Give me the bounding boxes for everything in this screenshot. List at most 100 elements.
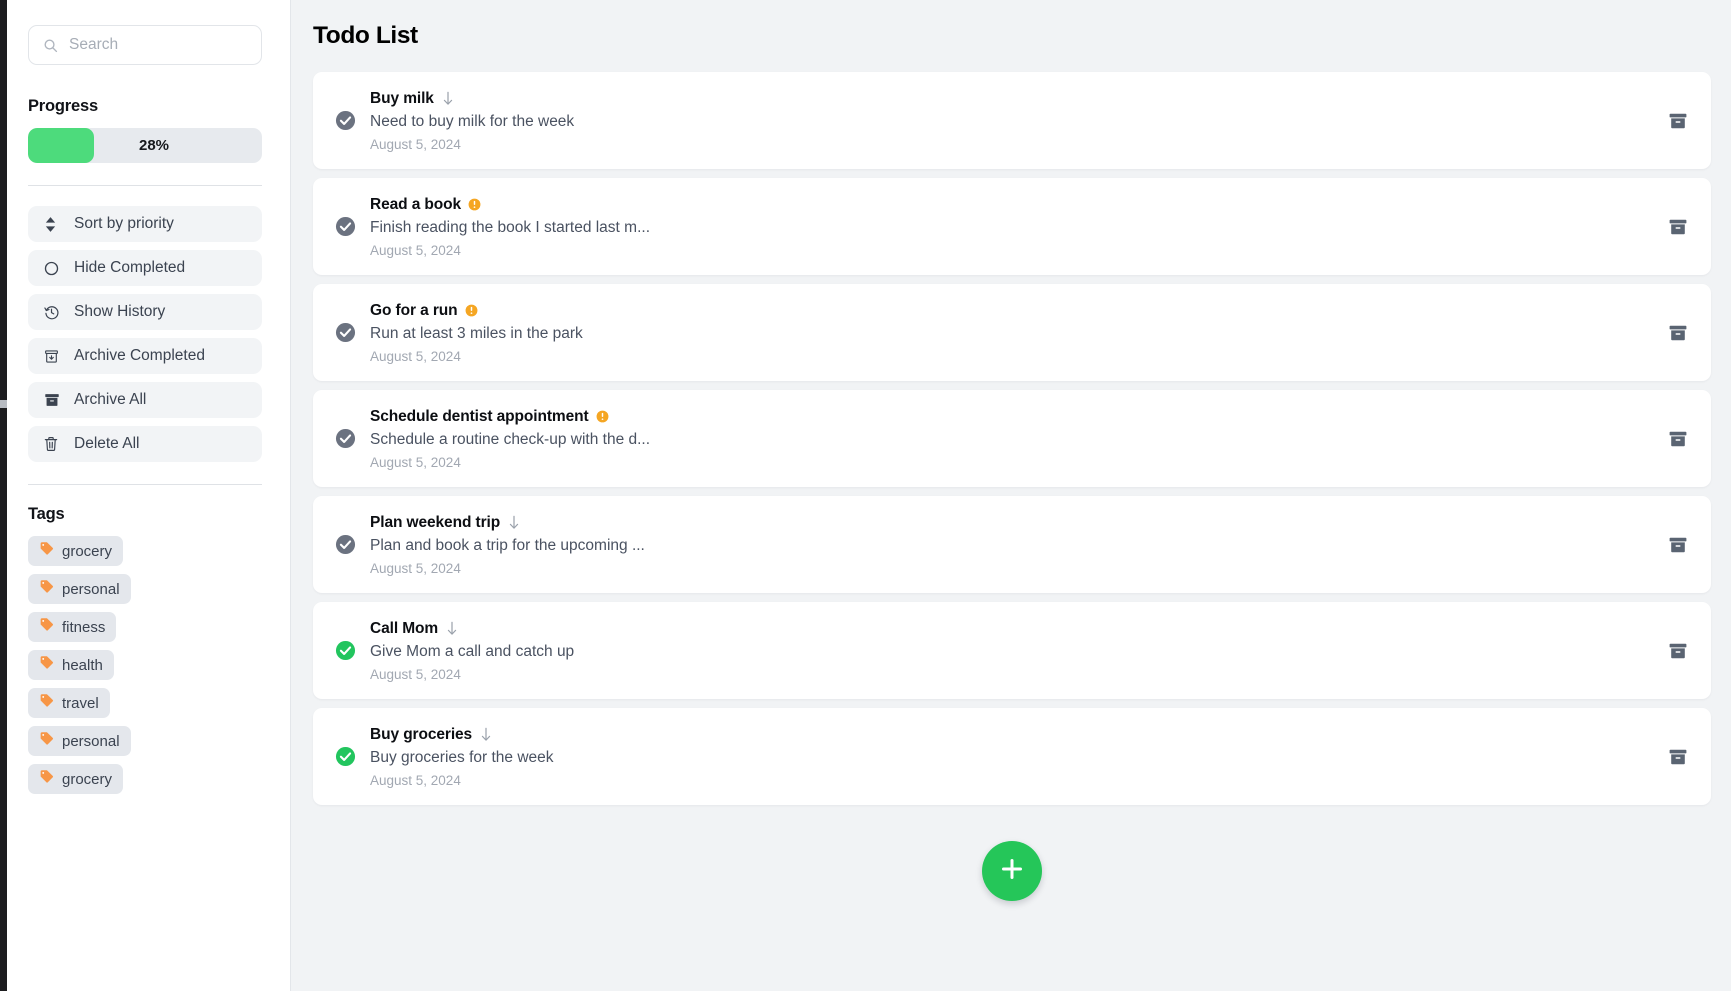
task-checkbox[interactable] [335,110,356,131]
task-date: August 5, 2024 [370,136,461,152]
task-checkbox[interactable] [335,534,356,555]
delete-all-button[interactable]: Delete All [28,426,262,462]
exclamation-circle-icon [596,410,609,423]
task-title: Read a book [370,195,462,213]
arrow-down-icon [441,91,455,106]
page-title: Todo List [313,22,418,49]
circle-icon [44,261,61,276]
sort-updown-icon [44,216,61,232]
exclamation-circle-icon [468,198,481,211]
archive-completed-button[interactable]: Archive Completed [28,338,262,374]
tag-chip[interactable]: grocery [28,536,124,566]
progress-bar-fill [28,128,94,163]
task-title-row: Schedule dentist appointment [370,408,1655,426]
tag-icon [39,541,54,561]
archive-box-icon[interactable] [1667,534,1689,556]
archive-box-icon[interactable] [1667,640,1689,662]
tag-icon [39,769,54,789]
task-title: Plan weekend trip [370,513,501,531]
task-card[interactable]: Plan weekend trip Plan and book a trip f… [313,496,1711,593]
search-icon [43,38,58,53]
task-title-row: Plan weekend trip [370,514,1655,532]
task-description: Finish reading the book I started last m… [370,218,650,236]
archive-all-button[interactable]: Archive All [28,382,262,418]
task-title: Call Mom [370,619,439,637]
task-checkbox[interactable] [335,746,356,767]
task-body: Buy groceries Buy groceries for the week… [370,726,1655,788]
hide-completed-button[interactable]: Hide Completed [28,250,262,286]
trash-icon [44,436,61,452]
task-description: Plan and book a trip for the upcoming ..… [370,536,645,554]
progress-percent-label: 28% [138,137,170,154]
archive-completed-label: Archive Completed [74,347,205,364]
archive-box-icon[interactable] [1667,110,1689,132]
task-card[interactable]: Go for a run Run at least 3 miles in the… [313,284,1711,381]
task-date: August 5, 2024 [370,348,461,364]
tag-icon [39,693,54,713]
archive-box-icon[interactable] [1667,216,1689,238]
sidebar: Progress 28% Sort by priority Hide Comp [0,0,291,991]
task-date: August 5, 2024 [370,666,461,682]
tags-heading: Tags [28,505,65,523]
task-title-row: Go for a run [370,302,1655,320]
archive-box-icon[interactable] [1667,428,1689,450]
hide-completed-label: Hide Completed [74,259,186,276]
tag-chip[interactable]: travel [28,688,110,718]
task-title-row: Buy milk [370,90,1655,108]
task-card[interactable]: Schedule dentist appointment Schedule a … [313,390,1711,487]
add-task-button[interactable] [982,841,1042,901]
search-input[interactable] [69,36,247,54]
archive-all-label: Archive All [74,391,147,408]
tags-list: grocery personal fitness health travel p… [28,536,262,802]
task-card[interactable]: Read a book Finish reading the book I st… [313,178,1711,275]
delete-all-label: Delete All [74,435,140,452]
task-body: Call Mom Give Mom a call and catch up Au… [370,620,1655,682]
sidebar-divider-top [28,185,262,186]
task-date: August 5, 2024 [370,242,461,258]
archive-box-icon[interactable] [1667,746,1689,768]
tag-icon [39,617,54,637]
progress-bar: 28% [28,128,262,163]
task-title-row: Call Mom [370,620,1655,638]
tag-icon [39,731,54,751]
sort-by-priority-label: Sort by priority [74,215,174,232]
show-history-button[interactable]: Show History [28,294,262,330]
task-list: Buy milk Need to buy milk for the week A… [313,72,1711,805]
tag-label: personal [62,732,120,750]
arrow-down-icon [445,621,459,636]
tag-label: personal [62,580,120,598]
task-description: Run at least 3 miles in the park [370,324,583,342]
tag-label: travel [62,694,99,712]
progress-heading: Progress [28,97,98,115]
task-title-row: Read a book [370,196,1655,214]
task-card[interactable]: Call Mom Give Mom a call and catch up Au… [313,602,1711,699]
task-checkbox[interactable] [335,322,356,343]
task-body: Read a book Finish reading the book I st… [370,196,1655,258]
task-title: Buy milk [370,89,434,107]
task-card[interactable]: Buy groceries Buy groceries for the week… [313,708,1711,805]
exclamation-circle-icon [465,304,478,317]
search-box[interactable] [28,25,262,65]
task-description: Need to buy milk for the week [370,112,575,130]
window-scrollbar[interactable] [0,0,7,991]
scrollbar-thumb[interactable] [0,400,7,408]
sort-by-priority-button[interactable]: Sort by priority [28,206,262,242]
sidebar-divider-bottom [28,484,262,485]
plus-icon [998,855,1026,888]
task-checkbox[interactable] [335,428,356,449]
task-checkbox[interactable] [335,216,356,237]
task-title-row: Buy groceries [370,726,1655,744]
tag-chip[interactable]: personal [28,574,131,604]
tag-chip[interactable]: grocery [28,764,124,794]
tag-chip[interactable]: health [28,650,114,680]
archive-down-icon [44,349,61,364]
arrow-down-icon [479,727,493,742]
tag-chip[interactable]: fitness [28,612,117,642]
task-title: Buy groceries [370,725,473,743]
add-task-area [313,841,1711,901]
task-card[interactable]: Buy milk Need to buy milk for the week A… [313,72,1711,169]
task-checkbox[interactable] [335,640,356,661]
tag-chip[interactable]: personal [28,726,131,756]
archive-box-icon[interactable] [1667,322,1689,344]
main-content: Todo List Buy milk Need to buy milk for … [291,0,1731,991]
